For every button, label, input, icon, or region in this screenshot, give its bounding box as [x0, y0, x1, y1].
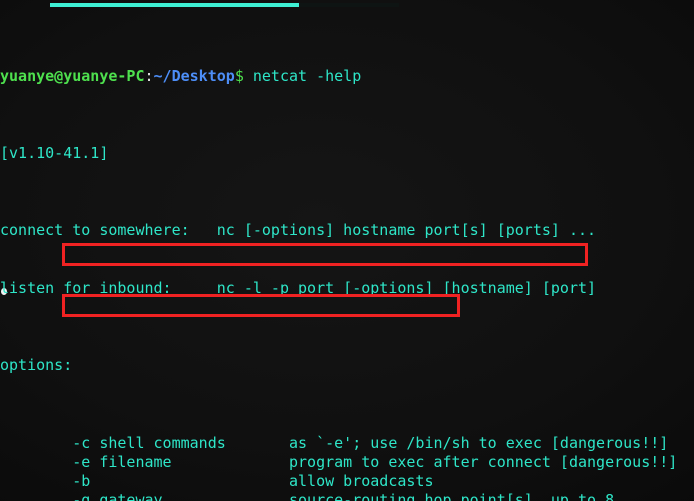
- top-progress-bar: [50, 3, 299, 7]
- option-column-spacer: [226, 434, 289, 452]
- options-header: options:: [0, 356, 73, 375]
- prompt-separator: :: [144, 66, 154, 85]
- option-column-spacer: [90, 472, 289, 490]
- options-list: -c shell commands as `-e'; use /bin/sh t…: [0, 434, 694, 501]
- option-row: -b allow broadcasts: [0, 472, 694, 491]
- option-description: as `-e'; use /bin/sh to exec [dangerous!…: [289, 433, 669, 452]
- terminal-output: yuanye@yuanye-PC:~/Desktop$ netcat -help…: [0, 9, 694, 501]
- option-description: allow broadcasts: [289, 472, 434, 491]
- version-line: [v1.10-41.1]: [0, 144, 109, 163]
- top-progress-bar-track: [299, 3, 399, 7]
- option-description: program to exec after connect [dangerous…: [289, 452, 678, 471]
- option-flag: -g gateway: [0, 491, 163, 501]
- option-description: source-routing hop point[s], up to 8: [289, 491, 615, 501]
- prompt-command: netcat -help: [243, 66, 362, 85]
- option-row: -c shell commands as `-e'; use /bin/sh t…: [0, 434, 694, 453]
- usage-line-listen: listen for inbound: nc -l -p port [-opti…: [0, 279, 597, 298]
- terminal-window[interactable]: yuanye@yuanye-PC:~/Desktop$ netcat -help…: [0, 0, 694, 501]
- usage-line-connect: connect to somewhere: nc [-options] host…: [0, 221, 597, 240]
- prompt-user-host: yuanye@yuanye-PC: [0, 66, 145, 85]
- prompt-sigil: $: [234, 66, 244, 85]
- option-flag: -b: [0, 472, 91, 491]
- option-column-spacer: [172, 453, 289, 471]
- option-flag: -c shell commands: [0, 433, 226, 452]
- option-column-spacer: [163, 491, 289, 501]
- option-row: -e filename program to exec after connec…: [0, 453, 694, 472]
- prompt-line: yuanye@yuanye-PC:~/Desktop$ netcat -help: [0, 67, 694, 86]
- option-flag: -e filename: [0, 452, 172, 471]
- option-row: -g gateway source-routing hop point[s], …: [0, 491, 694, 501]
- prompt-path: ~/Desktop: [153, 66, 235, 85]
